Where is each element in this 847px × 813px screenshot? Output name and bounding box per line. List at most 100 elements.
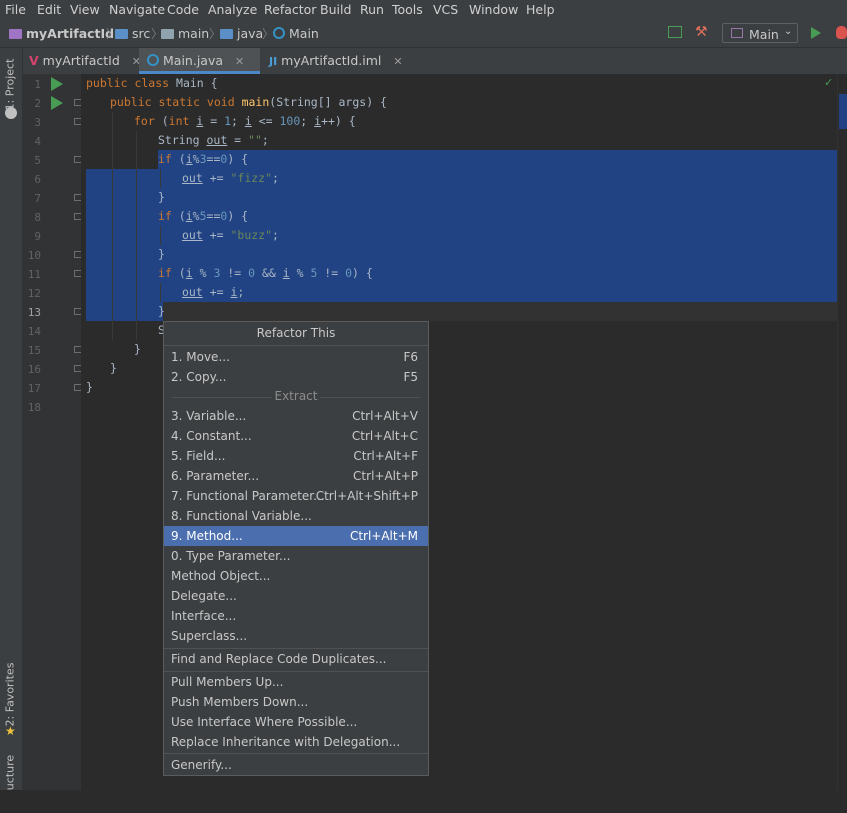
menu-file[interactable]: File (5, 2, 26, 17)
menu-vcs[interactable]: VCS (433, 2, 458, 17)
menu-item-extract-functional-parameter[interactable]: 7. Functional Parameter... Ctrl+Alt+Shift… (164, 486, 428, 506)
close-icon[interactable]: ✕ (393, 55, 402, 68)
menu-window[interactable]: Window (469, 2, 518, 17)
menu-navigate[interactable]: Navigate (109, 2, 165, 17)
menu-item-replace-inheritance[interactable]: Replace Inheritance with Delegation... (164, 732, 428, 752)
menu-analyze[interactable]: Analyze (208, 2, 257, 17)
maven-icon: V (29, 53, 39, 68)
folder-icon (220, 29, 233, 39)
line-number: 7 (34, 192, 41, 205)
menu-view[interactable]: View (70, 2, 100, 17)
indent-guide (136, 131, 137, 340)
menu-item-extract-parameter[interactable]: 6. Parameter... Ctrl+Alt+P (164, 466, 428, 486)
indent-guide (112, 112, 113, 340)
menu-item-move[interactable]: 1. Move... F6 (164, 347, 428, 367)
code-line: } (158, 190, 165, 204)
run-configuration-label: Main (749, 27, 779, 42)
debug-bug-icon[interactable] (836, 26, 847, 39)
run-class-icon[interactable] (51, 77, 63, 91)
refactor-this-popup: Refactor This 1. Move... F6 2. Copy... F5 … (163, 321, 429, 776)
menu-item-extract-constant[interactable]: 4. Constant... Ctrl+Alt+C (164, 426, 428, 446)
indent-guide (160, 226, 161, 245)
breadcrumb-file[interactable]: Main (273, 26, 319, 41)
project-tool-button[interactable]: 1: Project (4, 45, 17, 125)
left-tool-strip: 1: Project 2: Favorites ★ ucture (0, 48, 23, 790)
run-icon[interactable] (811, 27, 821, 39)
code-line: out += i; (182, 285, 245, 299)
menu-run[interactable]: Run (360, 2, 384, 17)
menu-divider (164, 753, 428, 754)
line-number: 15 (27, 344, 41, 357)
breadcrumb-java[interactable]: java (220, 26, 263, 41)
menu-item-extract-variable[interactable]: 3. Variable... Ctrl+Alt+V (164, 406, 428, 426)
menu-code[interactable]: Code (167, 2, 199, 17)
menu-item-extract-functional-variable[interactable]: 8. Functional Variable... (164, 506, 428, 526)
code-line: out += "buzz"; (182, 228, 279, 242)
application-icon (731, 28, 743, 38)
menu-item-extract-field[interactable]: 5. Field... Ctrl+Alt+F (164, 446, 428, 466)
build-hammer-icon[interactable]: ⚒ (695, 25, 708, 39)
code-line: } (110, 361, 117, 375)
code-line: if (i % 3 != 0 && i % 5 != 0) { (158, 266, 373, 280)
folder-icon (161, 29, 174, 39)
line-number: 4 (34, 135, 41, 148)
tab-myartifactid[interactable]: V myArtifactId ✕ (29, 48, 141, 74)
run-configuration-select[interactable]: Main ⌄ (722, 23, 798, 43)
breadcrumb-main-label: main (178, 26, 210, 41)
line-number: 12 (27, 287, 41, 300)
menu-item-delegate[interactable]: Delegate... (164, 586, 428, 606)
extract-group-header: Extract (164, 389, 428, 403)
menu-item-interface[interactable]: Interface... (164, 606, 428, 626)
tab-label: Main.java (163, 53, 224, 68)
structure-tool-button[interactable]: ucture (4, 733, 17, 813)
breadcrumb-main[interactable]: main (161, 26, 209, 41)
breadcrumb-project[interactable]: myArtifactId (9, 26, 114, 41)
tab-main-java[interactable]: Main.java ✕ (139, 48, 260, 74)
menu-item-generify[interactable]: Generify... (164, 755, 428, 775)
breadcrumb-src[interactable]: src (115, 26, 150, 41)
indent-guide (160, 169, 161, 188)
favorites-tool-button[interactable]: 2: Favorites (4, 655, 17, 735)
menu-edit[interactable]: Edit (37, 2, 61, 17)
navigation-bar: myArtifactId 〉 src 〉 main 〉 java 〉 Main … (0, 20, 847, 48)
caret-line (86, 302, 837, 321)
run-method-icon[interactable] (51, 96, 63, 110)
menu-item-push-members-down[interactable]: Push Members Down... (164, 692, 428, 712)
menu-item-extract-method[interactable]: 9. Method... Ctrl+Alt+M (164, 526, 428, 546)
menu-refactor[interactable]: Refactor (264, 2, 316, 17)
editor-gutter[interactable]: 1 2 3 4 5 6 7 8 9 10 11 12 13 14 15 16 17 18 (23, 74, 82, 790)
breadcrumb-file-label: Main (289, 26, 319, 41)
breadcrumb-project-label: myArtifactId (26, 26, 115, 41)
menu-item-use-interface[interactable]: Use Interface Where Possible... (164, 712, 428, 732)
line-number: 9 (34, 230, 41, 243)
error-stripe[interactable]: ✓ (824, 74, 847, 790)
breadcrumb-src-label: src (132, 26, 151, 41)
code-line: } (158, 247, 165, 261)
source-folder-icon (115, 29, 128, 39)
menu-item-pull-members-up[interactable]: Pull Members Up... (164, 672, 428, 692)
menu-tools[interactable]: Tools (392, 2, 423, 17)
line-number: 18 (27, 401, 41, 414)
code-line: } (158, 304, 165, 318)
tab-myartifactid-iml[interactable]: JI myArtifactId.iml ✕ (263, 48, 409, 74)
class-icon (273, 27, 285, 39)
tab-label: myArtifactId.iml (281, 53, 382, 68)
terminal-icon[interactable] (668, 26, 682, 38)
menu-item-method-object[interactable]: Method Object... (164, 566, 428, 586)
line-number: 6 (34, 173, 41, 186)
menu-item-copy[interactable]: 2. Copy... F5 (164, 367, 428, 387)
menu-item-type-parameter[interactable]: 0. Type Parameter... (164, 546, 428, 566)
line-number: 5 (34, 154, 41, 167)
menu-item-superclass[interactable]: Superclass... (164, 626, 428, 646)
menu-item-find-replace-duplicates[interactable]: Find and Replace Code Duplicates... (164, 649, 428, 669)
code-line: } (134, 342, 141, 356)
menu-build[interactable]: Build (320, 2, 351, 17)
menu-help[interactable]: Help (526, 2, 555, 17)
chevron-down-icon: ⌄ (784, 26, 793, 37)
code-line: public static void main(String[] args) { (110, 95, 387, 109)
close-icon[interactable]: ✕ (235, 55, 244, 68)
code-line: for (int i = 1; i <= 100; i++) { (134, 114, 356, 128)
line-number: 2 (34, 97, 41, 110)
module-file-icon: JI (269, 55, 278, 68)
selection-marker (839, 94, 847, 129)
